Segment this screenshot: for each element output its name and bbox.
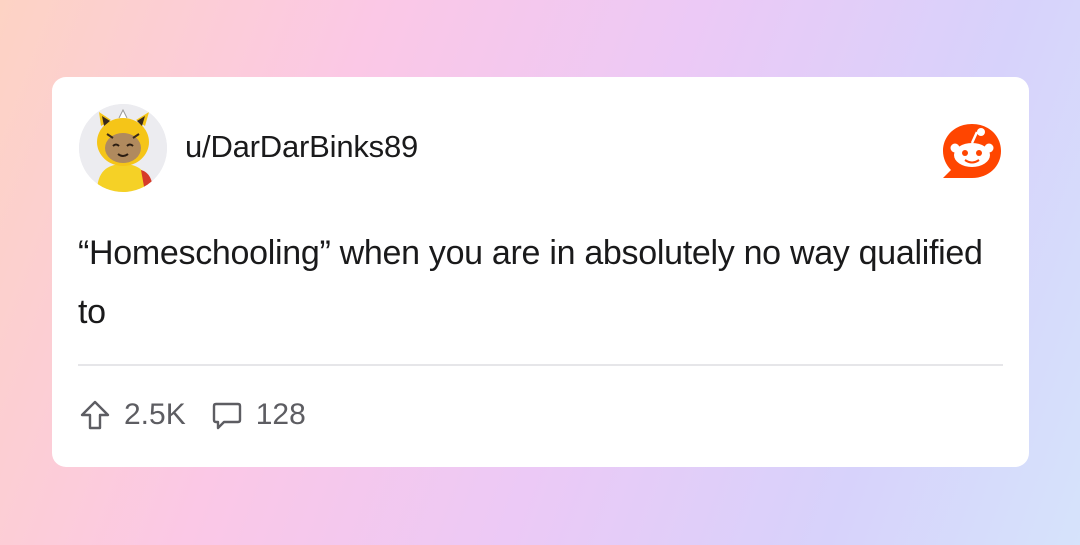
post-stats-bar: 2.5K 128	[78, 395, 306, 435]
comment-count: 128	[255, 398, 306, 431]
reddit-logo-icon	[943, 124, 1001, 178]
upvote-arrow-icon[interactable]	[78, 398, 112, 432]
avatar-image	[79, 104, 167, 192]
card-divider	[78, 364, 1003, 366]
user-avatar[interactable]	[79, 104, 167, 192]
post-body-text: “Homeschooling” when you are in absolute…	[78, 234, 983, 331]
post-card: u/DarDarBinks89 “Homeschooling” when you…	[52, 77, 1029, 467]
post-author-username[interactable]: u/DarDarBinks89	[185, 129, 418, 165]
upvote-count: 2.5K	[124, 398, 186, 431]
comment-bubble-icon[interactable]	[210, 398, 244, 432]
